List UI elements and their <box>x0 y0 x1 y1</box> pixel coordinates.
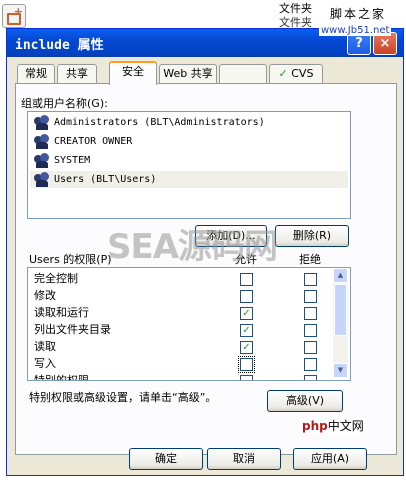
scroll-up-icon[interactable]: ▲ <box>333 268 348 283</box>
permission-name: 读取和运行 <box>34 306 89 319</box>
allow-checkbox[interactable]: ✓ <box>240 324 253 337</box>
watermark-center: SEA源码网 <box>107 227 278 267</box>
deny-checkbox[interactable] <box>304 358 317 371</box>
permission-name: 特别的权限 <box>34 374 89 381</box>
allow-checkbox[interactable]: ✓ <box>240 307 253 320</box>
deny-checkbox[interactable] <box>304 375 317 380</box>
permission-row: 完全控制 <box>28 270 350 287</box>
permission-row: 特别的权限 <box>28 372 350 381</box>
window-title: include 属性 <box>15 38 104 53</box>
apply-button[interactable]: 应用(A) <box>293 448 367 470</box>
allow-checkbox[interactable] <box>240 273 253 286</box>
tab-custom[interactable] <box>219 64 267 83</box>
tab-cvs[interactable]: ✓ CVS <box>269 64 323 83</box>
permissions-scrollbar[interactable]: ▲ ▼ <box>333 268 348 378</box>
permission-name: 完全控制 <box>34 272 78 285</box>
deny-column-header: 拒绝 <box>299 253 321 266</box>
tab-general[interactable]: 常规 <box>17 64 55 83</box>
permission-name: 列出文件夹目录 <box>34 323 111 336</box>
allow-checkbox[interactable]: ✓ <box>240 341 253 354</box>
cvs-turtle-icon: ✓ <box>278 67 288 80</box>
scroll-thumb[interactable] <box>334 284 347 336</box>
tab-security[interactable]: 安全 <box>109 61 157 85</box>
ok-button[interactable]: 确定 <box>129 448 203 470</box>
advanced-button[interactable]: 高级(V) <box>267 390 343 412</box>
list-item-system[interactable]: SYSTEM <box>30 152 348 169</box>
permission-name: 写入 <box>34 357 56 370</box>
permissions-list: 完全控制修改读取和运行 ✓ 列出文件夹目录 ✓ 读取 ✓ 写入特别的权限 <box>27 267 351 381</box>
user-group-icon <box>34 153 50 168</box>
advanced-hint: 特别权限或高级设置，请单击“高级”。 <box>29 391 217 404</box>
list-item-creator-owner[interactable]: CREATOR OWNER <box>30 133 348 150</box>
user-group-icon <box>34 172 50 187</box>
cancel-button[interactable]: 取消 <box>207 448 281 470</box>
allow-checkbox[interactable] <box>240 290 253 303</box>
properties-dialog: include 属性 ? × 常规 共享 安全 Web 共享 ✓ CVS 组或用… <box>6 28 404 476</box>
watermark-url: www.Jb51.net <box>319 25 392 36</box>
watermark-bottom: php中文网 <box>300 417 366 434</box>
deny-checkbox[interactable] <box>304 273 317 286</box>
user-name: Administrators (BLT\Administrators) <box>54 117 265 128</box>
app-icon[interactable]: + <box>2 4 26 28</box>
watermark-site: 脚本之家 <box>330 7 387 21</box>
list-item-users[interactable]: Users (BLT\Users) <box>30 171 348 188</box>
user-list[interactable]: Administrators (BLT\Administrators) CREA… <box>27 111 351 219</box>
remove-button[interactable]: 删除(R) <box>275 225 349 247</box>
tab-cvs-label: CVS <box>291 67 314 80</box>
groups-label: 组或用户名称(G): <box>21 97 108 110</box>
scroll-down-icon[interactable]: ▼ <box>333 363 348 378</box>
allow-checkbox[interactable] <box>238 356 255 373</box>
deny-checkbox[interactable] <box>304 341 317 354</box>
permission-row: 修改 <box>28 287 350 304</box>
permission-row: 写入 <box>28 355 350 373</box>
user-name: Users (BLT\Users) <box>54 174 157 185</box>
user-name: CREATOR OWNER <box>54 136 133 147</box>
permission-name: 读取 <box>34 340 56 353</box>
deny-checkbox[interactable] <box>304 324 317 337</box>
list-item-administrators[interactable]: Administrators (BLT\Administrators) <box>30 114 348 131</box>
user-name: SYSTEM <box>54 155 91 166</box>
user-group-icon <box>34 115 50 130</box>
user-group-icon <box>34 134 50 149</box>
deny-checkbox[interactable] <box>304 307 317 320</box>
permission-row: 读取 ✓ <box>28 338 350 355</box>
permission-row: 列出文件夹目录 ✓ <box>28 321 350 338</box>
tab-sharing[interactable]: 共享 <box>57 64 97 83</box>
permissions-label: Users 的权限(P) <box>29 253 112 266</box>
deny-checkbox[interactable] <box>304 290 317 303</box>
tab-web-sharing[interactable]: Web 共享 <box>159 64 217 83</box>
permission-row: 读取和运行 ✓ <box>28 304 350 321</box>
permission-name: 修改 <box>34 289 56 302</box>
allow-checkbox[interactable] <box>240 375 253 380</box>
